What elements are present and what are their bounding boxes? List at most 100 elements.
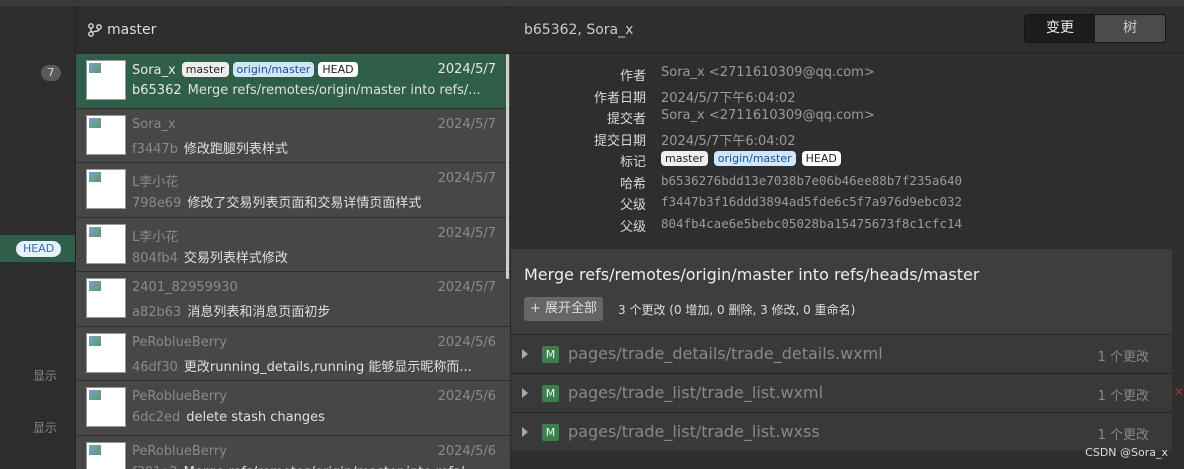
file-change-count: 1 个更改 [1097,428,1149,443]
commit-author-name: L李小花 [132,229,179,245]
commit-message: Merge refs/remotes/origin/master into re… [187,83,481,98]
ref-tag[interactable]: HEAD [801,151,841,166]
commit-row[interactable]: Sora_x master origin/master HEAD 2024/5/7 b65… [76,54,510,109]
commit-message: Merge refs/remotes/origin/master into re… [184,465,477,469]
commit-message: 消息列表和消息页面初步 [187,305,331,320]
expand-caret-icon[interactable] [522,388,528,398]
meta-value: 2024/5/7下午6:04:02 [661,133,796,149]
commit-author: L李小花 [132,226,178,245]
commit-summary-line: 804fb4 交易列表样式修改 [132,247,496,266]
meta-tags: master origin/master HEAD [661,151,841,166]
meta-value: Sora_x <2711610309@qq.com> [661,65,875,80]
commit-summary-line: a82b63 消息列表和消息页面初步 [132,301,496,320]
avatar [86,169,126,209]
file-change-count: 1 个更改 [1097,350,1149,365]
modified-badge: M [542,385,559,402]
commit-date: 2024/5/7 [437,280,496,295]
changed-file-row[interactable]: Mpages/trade_list/trade_list.wxml 1 个更改 [511,373,1172,412]
commit-list-scrollbar[interactable] [506,54,509,279]
changed-file-row[interactable]: Mpages/trade_list/trade_list.wxss 1 个更改 [511,412,1172,451]
commit-date: 2024/5/7 [437,171,496,186]
avatar [86,60,126,100]
commit-row[interactable]: 2401_82959930 2024/5/7 a82b63 消息列表和消息页面初步 [76,272,510,327]
meta-row: 提交日期 2024/5/7下午6:04:02 [511,130,1172,152]
close-icon[interactable]: ✕ [1174,385,1184,399]
ref-tag[interactable]: origin/master [713,151,796,166]
file-path: pages/trade_list/trade_list.wxss [568,422,820,441]
ref-tag[interactable]: master [181,62,229,77]
rail-head-row[interactable]: HEAD [0,235,75,262]
commit-summary-line: 46df30 更改running_details,running 能够显示昵称而.… [132,356,496,375]
commit-message: delete stash changes [186,410,325,425]
commit-message-box: Merge refs/remotes/origin/master into re… [511,249,1172,334]
commit-author: 2401_82959930 [132,280,238,295]
commit-hash: 46df30 [132,359,178,375]
commit-row[interactable]: PeRoblueBerry 2024/5/6 46df30 更改running_det… [76,326,510,381]
commit-author: PeRoblueBerry [132,444,227,459]
commit-author-name: PeRoblueBerry [132,389,227,404]
commit-hash: b65362 [132,83,182,98]
meta-key: 提交者 [606,112,646,127]
meta-row: 父级 804fb4cae6e5bebc05028ba15475673f8c1cfc… [511,216,1172,238]
meta-row: 提交者 Sora_x <2711610309@qq.com> [511,108,1172,130]
ref-tag[interactable]: master [661,151,708,166]
commit-author: Sora_x [132,117,176,132]
file-path: pages/trade_list/trade_list.wxml [568,383,824,402]
meta-value: b6536276bdd13e7038b7e06b46ee88b7f235a640 [661,172,963,188]
commit-date: 2024/5/7 [437,225,496,241]
commit-message: 修改跑腿列表样式 [183,141,288,157]
commit-hash: 804fb4 [132,250,178,266]
meta-row: 标记 master origin/master HEAD [511,151,1172,173]
commit-date: 2024/5/6 [437,389,496,404]
meta-row: 父级 f3447b3f16ddd3894ad5fde6c5f7a976d9ebc0… [511,194,1172,216]
ref-tag[interactable]: HEAD [318,62,358,77]
commit-date: 2024/5/6 [437,334,496,350]
branch-bar[interactable]: master [76,6,510,54]
show-label-1[interactable]: 显示 [33,367,57,384]
file-change-count: 1 个更改 [1097,389,1149,404]
commit-message-title: Merge refs/remotes/origin/master into re… [524,265,980,284]
commit-summary-line: 798e69 修改了交易列表页面和交易详情页面样式 [132,192,496,211]
commit-row[interactable]: PeRoblueBerry 2024/5/6 6dc2ed delete stash … [76,381,510,436]
commit-author-name: L李小花 [132,175,179,190]
commit-detail-panel: b65362, Sora_x 变更 树 作者 Sora_x <2711610309… [511,6,1184,469]
commit-message: 修改了交易列表页面和交易详情页面样式 [187,196,422,211]
commit-rows: Sora_x master origin/master HEAD 2024/5/7 b65… [76,54,510,469]
modified-badge: M [542,346,559,363]
meta-row: 哈希 b6536276bdd13e7038b7e06b46ee88b7f235a6… [511,173,1172,195]
commit-message: 交易列表样式修改 [183,250,288,266]
commit-row[interactable]: PeRoblueBerry 2024/5/6 f301a2 Merge refs/re… [76,435,510,469]
changed-file-row[interactable]: Mpages/trade_details/trade_details.wxml 1… [511,334,1172,373]
commit-summary-line: b65362 Merge refs/remotes/origin/master i… [132,83,496,98]
expand-caret-icon[interactable] [522,427,528,437]
commit-tags: master origin/master HEAD [181,62,358,77]
left-rail: 7 HEAD 显示 显示 [0,6,76,469]
commit-row[interactable]: L李小花 2024/5/7 804fb4 交易列表样式修改 [76,217,510,272]
head-badge: HEAD [16,241,62,257]
meta-value: f3447b3f16ddd3894ad5fde6c5f7a976d9ebc032 [661,194,963,209]
ref-tag[interactable]: origin/master [232,62,315,77]
meta-value: Sora_x <2711610309@qq.com> [661,108,875,123]
commit-count-badge: 7 [41,65,61,81]
meta-key: 作者日期 [593,90,646,106]
commit-summary-line: f301a2 Merge refs/remotes/origin/master i… [132,465,496,469]
meta-row: 作者日期 2024/5/7下午6:04:02 [511,87,1172,109]
file-path: pages/trade_details/trade_details.wxml [568,344,883,363]
commit-author-name: 2401_82959930 [132,280,238,295]
watermark: CSDN @Sora_x [1085,446,1168,459]
show-label-2[interactable]: 显示 [33,419,57,436]
tab-changes[interactable]: 变更 [1025,15,1095,42]
meta-value: 804fb4cae6e5bebc05028ba15475673f8c1cfc14 [661,215,963,231]
commit-author-name: PeRoblueBerry [132,443,227,459]
meta-key: 哈希 [619,176,646,192]
commit-author-name: PeRoblueBerry [132,334,227,350]
commit-hash: f3447b [132,141,178,157]
expand-all-button[interactable]: + 展开全部 [524,297,604,321]
commit-row[interactable]: L李小花 2024/5/7 798e69 修改了交易列表页面和交易详情页面样式 [76,163,510,218]
commit-row[interactable]: Sora_x 2024/5/7 f3447b 修改跑腿列表样式 [76,108,510,163]
tab-tree[interactable]: 树 [1095,15,1165,42]
meta-row: 作者 Sora_x <2711610309@qq.com> [511,65,1172,87]
commit-hash: f301a2 [132,465,178,469]
avatar [86,387,126,427]
expand-caret-icon[interactable] [522,349,528,359]
